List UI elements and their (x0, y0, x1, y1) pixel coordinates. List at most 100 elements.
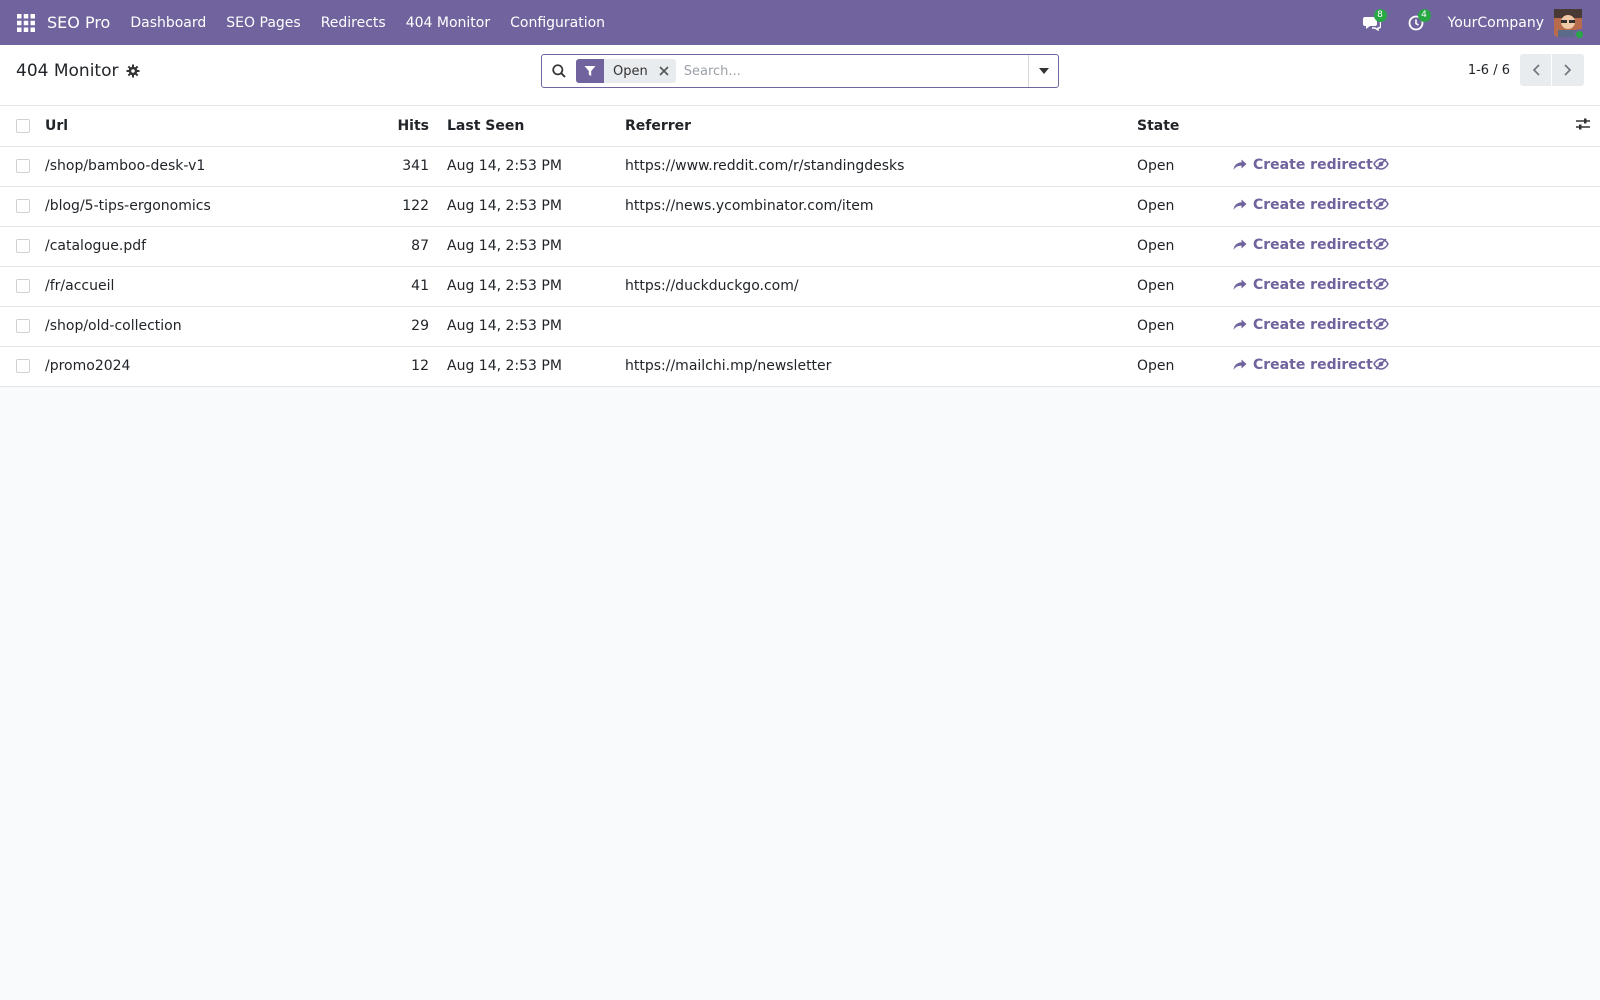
cell-url: /catalogue.pdf (45, 226, 390, 267)
nav-404-monitor[interactable]: 404 Monitor (396, 0, 500, 45)
cell-hits: 341 (390, 146, 437, 187)
table-row[interactable]: /catalogue.pdf 87 Aug 14, 2:53 PM Open C… (0, 226, 1600, 267)
nav-redirects[interactable]: Redirects (311, 0, 396, 45)
search-options-toggle[interactable] (1028, 55, 1058, 87)
search-bar: Open (541, 54, 1059, 88)
company-switcher[interactable]: YourCompany (1448, 15, 1545, 31)
cell-last-seen: Aug 14, 2:53 PM (437, 146, 625, 187)
ignore-eye-slash-icon[interactable] (1373, 358, 1389, 370)
cell-hits: 87 (390, 226, 437, 267)
search-icon[interactable] (542, 55, 576, 87)
activities-button[interactable]: 4 (1394, 0, 1438, 45)
create-redirect-button[interactable]: Create redirect (1233, 157, 1373, 173)
create-redirect-button[interactable]: Create redirect (1233, 197, 1373, 213)
breadcrumb: 404 Monitor (16, 61, 140, 81)
row-checkbox[interactable] (16, 199, 30, 213)
row-checkbox[interactable] (16, 159, 30, 173)
row-checkbox[interactable] (16, 279, 30, 293)
control-panel: 404 Monitor Open Search... 1-6 / 6 (0, 45, 1600, 106)
table-header-row: Url Hits Last Seen Referrer State (0, 106, 1600, 147)
table-row[interactable]: /promo2024 12 Aug 14, 2:53 PM https://ma… (0, 346, 1600, 387)
column-header-referrer[interactable]: Referrer (625, 106, 1137, 147)
close-icon[interactable] (656, 66, 676, 76)
create-redirect-button[interactable]: Create redirect (1233, 277, 1373, 293)
create-redirect-label: Create redirect (1253, 157, 1373, 173)
select-all-checkbox[interactable] (16, 118, 30, 133)
share-arrow-icon (1233, 199, 1247, 210)
cell-state: Open (1137, 306, 1233, 347)
app-brand[interactable]: SEO Pro (47, 13, 110, 32)
cell-last-seen: Aug 14, 2:53 PM (437, 266, 625, 307)
column-header-url[interactable]: Url (45, 106, 390, 147)
table-row[interactable]: /shop/old-collection 29 Aug 14, 2:53 PM … (0, 306, 1600, 347)
cell-last-seen: Aug 14, 2:53 PM (437, 346, 625, 387)
row-checkbox[interactable] (16, 359, 30, 373)
column-header-last-seen[interactable]: Last Seen (437, 106, 625, 147)
table-row[interactable]: /blog/5-tips-ergonomics 122 Aug 14, 2:53… (0, 186, 1600, 227)
ignore-eye-slash-icon[interactable] (1373, 318, 1389, 330)
cell-url: /promo2024 (45, 346, 390, 387)
ignore-eye-slash-icon[interactable] (1373, 238, 1389, 250)
share-arrow-icon (1233, 359, 1247, 370)
systray: 8 4 YourCompany (1350, 0, 1600, 45)
pager-previous-button[interactable] (1520, 54, 1552, 86)
cell-url: /shop/old-collection (45, 306, 390, 347)
create-redirect-button[interactable]: Create redirect (1233, 237, 1373, 253)
cell-url: /fr/accueil (45, 266, 390, 307)
create-redirect-label: Create redirect (1253, 277, 1373, 293)
cell-hits: 12 (390, 346, 437, 387)
share-arrow-icon (1233, 319, 1247, 330)
cell-hits: 41 (390, 266, 437, 307)
ignore-eye-slash-icon[interactable] (1373, 198, 1389, 210)
search-input[interactable] (681, 56, 1028, 86)
messages-count-badge: 8 (1373, 9, 1387, 22)
create-redirect-label: Create redirect (1253, 197, 1373, 213)
ignore-eye-slash-icon[interactable] (1373, 278, 1389, 290)
nav-configuration[interactable]: Configuration (500, 0, 615, 45)
filter-facet-label: Open (613, 63, 648, 79)
online-status-dot (1574, 28, 1585, 40)
nav-seo-pages[interactable]: SEO Pages (216, 0, 310, 45)
create-redirect-label: Create redirect (1253, 317, 1373, 333)
create-redirect-button[interactable]: Create redirect (1233, 317, 1373, 333)
column-header-hits[interactable]: Hits (390, 106, 437, 147)
caret-down-icon (1038, 68, 1049, 74)
list-view: Url Hits Last Seen Referrer State /shop/… (0, 106, 1600, 387)
pager-next-button[interactable] (1552, 54, 1584, 86)
cell-hits: 29 (390, 306, 437, 347)
row-checkbox[interactable] (16, 319, 30, 333)
apps-menu-button[interactable] (0, 0, 52, 45)
gear-icon[interactable] (126, 64, 140, 78)
cell-last-seen: Aug 14, 2:53 PM (437, 226, 625, 267)
filter-icon (576, 59, 604, 83)
cell-state: Open (1137, 226, 1233, 267)
user-avatar[interactable] (1554, 8, 1585, 40)
cell-referrer (625, 226, 1137, 267)
messages-button[interactable]: 8 (1350, 0, 1394, 45)
table-row[interactable]: /fr/accueil 41 Aug 14, 2:53 PM https://d… (0, 266, 1600, 307)
sliders-icon (1576, 118, 1590, 130)
share-arrow-icon (1233, 239, 1247, 250)
cell-last-seen: Aug 14, 2:53 PM (437, 306, 625, 347)
column-header-state[interactable]: State (1137, 106, 1233, 147)
create-redirect-label: Create redirect (1253, 237, 1373, 253)
cell-referrer: https://www.reddit.com/r/standingdesks (625, 146, 1137, 187)
cell-state: Open (1137, 146, 1233, 187)
cell-state: Open (1137, 266, 1233, 307)
nav-dashboard[interactable]: Dashboard (120, 0, 216, 45)
cell-url: /blog/5-tips-ergonomics (45, 186, 390, 227)
cell-url: /shop/bamboo-desk-v1 (45, 146, 390, 187)
table-body: /shop/bamboo-desk-v1 341 Aug 14, 2:53 PM… (0, 146, 1600, 387)
pager-value[interactable]: 1-6 / 6 (1468, 63, 1510, 78)
create-redirect-label: Create redirect (1253, 357, 1373, 373)
table-row[interactable]: /shop/bamboo-desk-v1 341 Aug 14, 2:53 PM… (0, 146, 1600, 187)
pager: 1-6 / 6 (1468, 54, 1584, 86)
cell-referrer (625, 306, 1137, 347)
create-redirect-button[interactable]: Create redirect (1233, 357, 1373, 373)
activities-count-badge: 4 (1417, 9, 1431, 22)
cell-last-seen: Aug 14, 2:53 PM (437, 186, 625, 227)
optional-columns-toggle[interactable] (1576, 118, 1590, 135)
row-checkbox[interactable] (16, 239, 30, 253)
apps-grid-icon (17, 13, 35, 32)
ignore-eye-slash-icon[interactable] (1373, 158, 1389, 170)
